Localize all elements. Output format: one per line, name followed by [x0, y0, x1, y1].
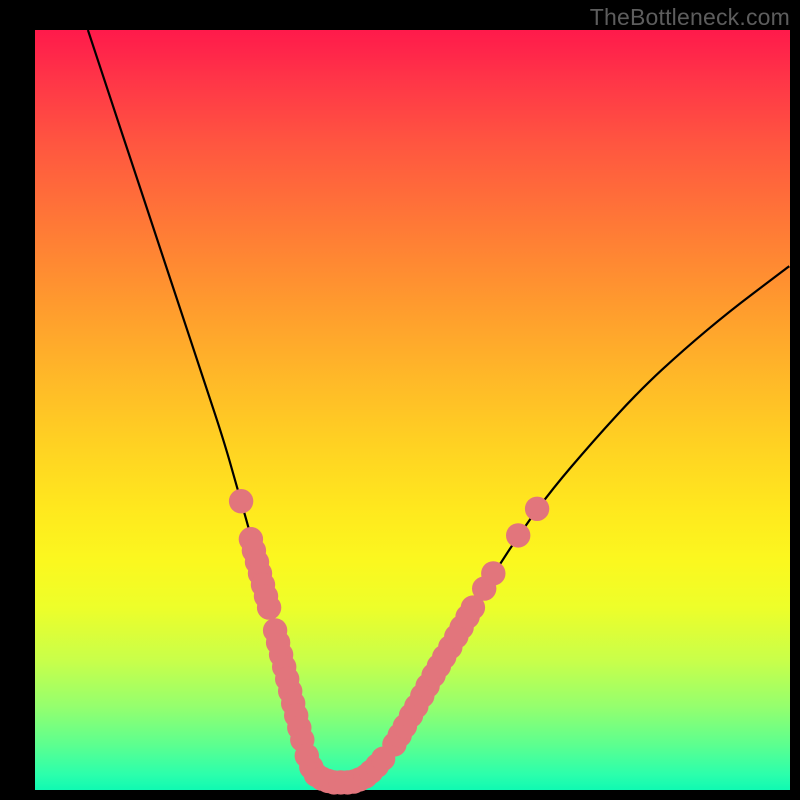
- data-marker: [229, 489, 253, 513]
- chart-svg: [35, 30, 790, 790]
- watermark-text: TheBottleneck.com: [590, 4, 790, 31]
- marker-layer: [229, 489, 549, 795]
- data-marker: [257, 595, 281, 619]
- chart-frame: TheBottleneck.com: [0, 0, 800, 800]
- data-marker: [525, 497, 549, 521]
- plot-area: [35, 30, 790, 790]
- data-marker: [481, 561, 505, 585]
- data-marker: [506, 523, 530, 547]
